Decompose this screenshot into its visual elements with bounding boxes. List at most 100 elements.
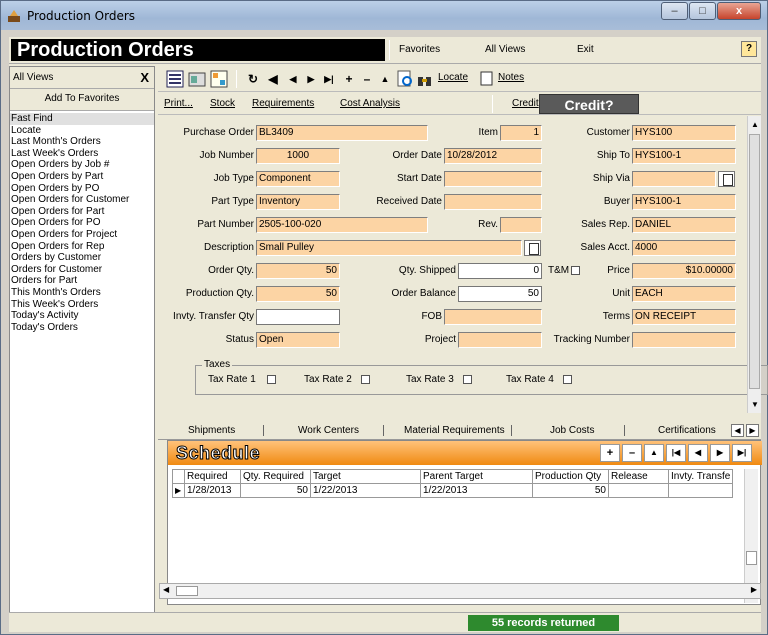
sidebar-item[interactable]: This Week's Orders	[10, 299, 154, 311]
tab-certifications[interactable]: Certifications	[658, 425, 722, 436]
maximize-button[interactable]: □	[689, 2, 716, 20]
ship-to-field[interactable]: HYS100-1	[632, 148, 736, 164]
sidebar-item[interactable]: Open Orders for Customer	[10, 194, 154, 206]
sidebar-item[interactable]: Open Orders for Part	[10, 206, 154, 218]
item-field[interactable]: 1	[500, 125, 542, 141]
purchase-order-field[interactable]: BL3409	[256, 125, 428, 141]
price-field[interactable]: $10.00000	[632, 263, 736, 279]
previous-record-icon[interactable]: ◀	[286, 71, 300, 87]
column-header[interactable]: Target	[310, 469, 421, 484]
stock-button[interactable]: Stock	[210, 98, 235, 109]
description-field[interactable]: Small Pulley	[256, 240, 522, 256]
description-notes-icon[interactable]	[524, 240, 541, 256]
part-type-field[interactable]: Inventory	[256, 194, 340, 210]
last-record-icon[interactable]: ▶|	[322, 71, 336, 87]
requirements-button[interactable]: Requirements	[252, 98, 314, 109]
schedule-next-icon[interactable]: ▶	[710, 444, 730, 462]
first-record-icon[interactable]: ◀​	[266, 71, 280, 87]
table-cell[interactable]: 1/22/2013	[310, 483, 421, 498]
job-type-field[interactable]: Component	[256, 171, 340, 187]
column-header[interactable]: Release	[608, 469, 669, 484]
tm-checkbox[interactable]	[571, 266, 580, 275]
column-header[interactable]: Qty. Required	[240, 469, 311, 484]
table-cell[interactable]: 1/28/2013	[184, 483, 241, 498]
add-record-icon[interactable]: +	[342, 71, 356, 87]
add-to-favorites-button[interactable]: Add To Favorites	[10, 89, 154, 111]
sidebar-item[interactable]: Open Orders by Part	[10, 171, 154, 183]
grid-view-icon[interactable]	[210, 70, 228, 88]
schedule-last-icon[interactable]: ▶|	[732, 444, 752, 462]
status-field[interactable]: Open	[256, 332, 340, 348]
part-number-field[interactable]: 2505-100-020	[256, 217, 428, 233]
tab-job-costs[interactable]: Job Costs	[550, 425, 626, 436]
sidebar-item[interactable]: Orders by Customer	[10, 252, 154, 264]
column-header[interactable]: Invty. Transfe	[667, 469, 734, 484]
table-cell[interactable]	[608, 483, 669, 498]
terms-field[interactable]: ON RECEIPT	[632, 309, 736, 325]
table-row[interactable]: ▶ 1/28/2013 50 1/22/2013 1/22/2013 50	[172, 483, 734, 498]
schedule-delete-icon[interactable]: –	[622, 444, 642, 462]
locate-icon[interactable]	[416, 70, 434, 88]
tab-scroll-left-icon[interactable]: ◀	[731, 424, 744, 437]
job-number-field[interactable]: 1000	[256, 148, 340, 164]
tab-material-requirements[interactable]: Material Requirements	[404, 425, 512, 436]
customer-field[interactable]: HYS100	[632, 125, 736, 141]
sales-acct-field[interactable]: 4000	[632, 240, 736, 256]
sidebar-item[interactable]: Fast Find	[10, 113, 154, 125]
close-sidebar-button[interactable]: X	[140, 70, 149, 85]
unit-field[interactable]: EACH	[632, 286, 736, 302]
list-view-icon[interactable]	[166, 70, 184, 88]
fob-field[interactable]	[444, 309, 542, 325]
sidebar-item[interactable]: Orders for Customer	[10, 264, 154, 276]
close-button[interactable]: x	[717, 2, 761, 20]
minimize-button[interactable]: –	[661, 2, 688, 20]
refresh-icon[interactable]: ↻	[246, 71, 260, 87]
notes-icon[interactable]	[480, 71, 494, 86]
column-header[interactable]: Required	[184, 469, 241, 484]
delete-record-icon[interactable]: –	[360, 71, 374, 87]
print-button[interactable]: Print...	[164, 98, 193, 109]
project-field[interactable]	[458, 332, 542, 348]
table-cell[interactable]	[667, 483, 734, 498]
next-record-icon[interactable]: ▶	[304, 71, 318, 87]
tax-rate-3-checkbox[interactable]	[463, 375, 472, 384]
order-date-field[interactable]: 10/28/2012	[444, 148, 542, 164]
exit-menu[interactable]: Exit	[577, 44, 594, 55]
tab-scroll-right-icon[interactable]: ▶	[746, 424, 759, 437]
tax-rate-2-checkbox[interactable]	[361, 375, 370, 384]
form-scrollbar[interactable]: ▲ ▼	[747, 116, 761, 413]
favorites-menu[interactable]: Favorites	[399, 44, 440, 55]
tab-work-centers[interactable]: Work Centers	[298, 425, 384, 436]
tracking-number-field[interactable]	[632, 332, 736, 348]
tax-rate-1-checkbox[interactable]	[267, 375, 276, 384]
start-date-field[interactable]	[444, 171, 542, 187]
received-date-field[interactable]	[444, 194, 542, 210]
schedule-add-icon[interactable]: +	[600, 444, 620, 462]
column-header[interactable]: Parent Target	[420, 469, 533, 484]
scroll-right-icon[interactable]: ▶	[751, 585, 757, 594]
print-preview-icon[interactable]	[396, 70, 414, 88]
order-qty-field[interactable]: 50	[256, 263, 340, 279]
edit-record-icon[interactable]: ▲	[378, 71, 392, 87]
column-header[interactable]: Production Qty	[532, 469, 609, 484]
sidebar-item[interactable]: Open Orders for Rep	[10, 241, 154, 253]
sidebar-item[interactable]: Open Orders by PO	[10, 183, 154, 195]
credit-button[interactable]: Credit	[512, 98, 539, 109]
all-views-menu[interactable]: All Views	[485, 44, 525, 55]
sidebar-item[interactable]: This Month's Orders	[10, 287, 154, 299]
help-icon[interactable]: ?	[741, 41, 757, 57]
locate-button[interactable]: Locate	[438, 72, 468, 83]
production-qty-field[interactable]: 50	[256, 286, 340, 302]
ship-via-field[interactable]	[632, 171, 716, 187]
table-cell[interactable]: 50	[240, 483, 311, 498]
buyer-field[interactable]: HYS100-1	[632, 194, 736, 210]
schedule-edit-icon[interactable]: ▲	[644, 444, 664, 462]
tax-rate-4-checkbox[interactable]	[563, 375, 572, 384]
table-cell[interactable]: 1/22/2013	[420, 483, 533, 498]
sidebar-item[interactable]: Open Orders for PO	[10, 217, 154, 229]
sales-rep-field[interactable]: DANIEL	[632, 217, 736, 233]
cost-analysis-button[interactable]: Cost Analysis	[340, 98, 400, 109]
sidebar-item[interactable]: Today's Orders	[10, 322, 154, 334]
form-view-icon[interactable]	[188, 70, 206, 88]
ship-via-notes-icon[interactable]	[718, 171, 735, 187]
